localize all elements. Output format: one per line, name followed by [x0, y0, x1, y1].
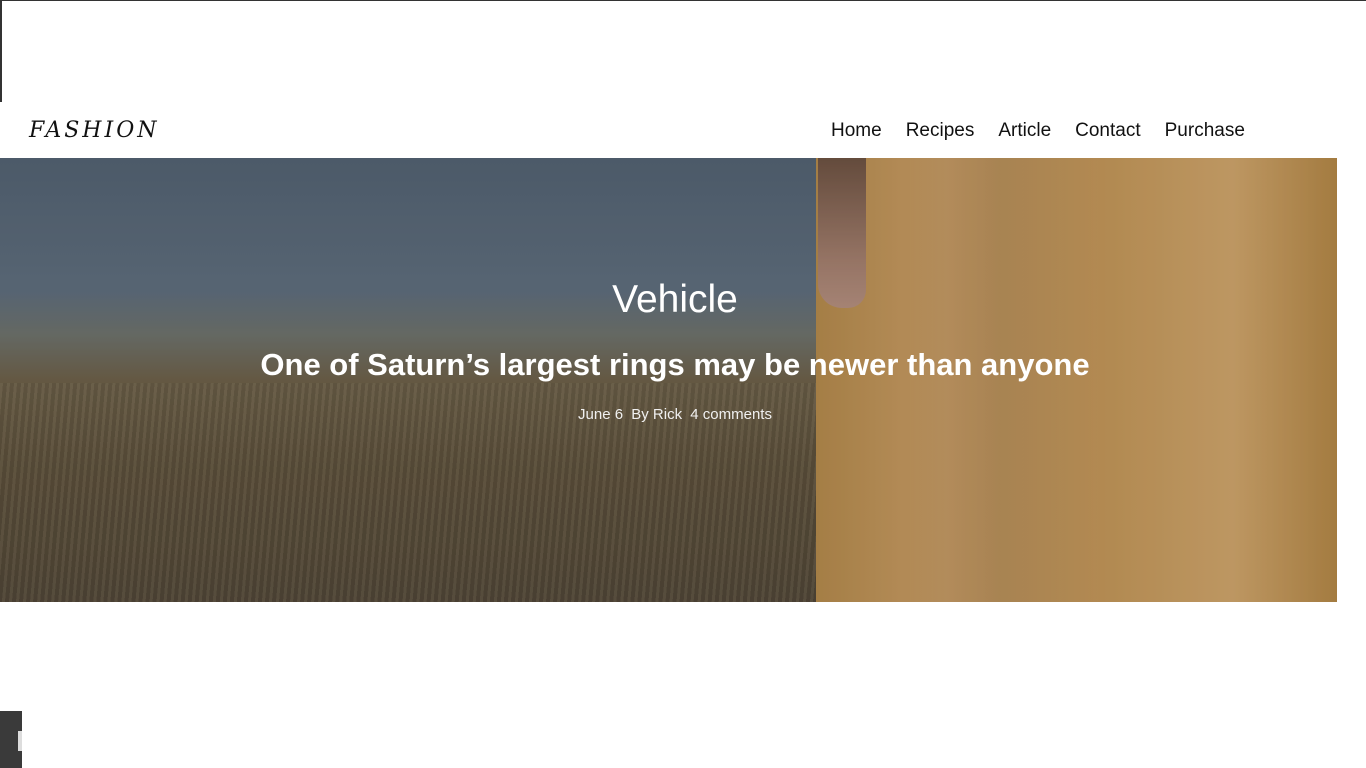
hero-banner: Vehicle One of Saturn’s largest rings ma… [0, 158, 1337, 602]
post-headline[interactable]: One of Saturn’s largest rings may be new… [0, 347, 1337, 383]
post-category[interactable]: Vehicle [0, 278, 1337, 322]
top-border [0, 0, 1366, 1]
nav-recipes[interactable]: Recipes [906, 120, 975, 142]
left-edge-bar [0, 0, 2, 102]
main-nav: Home Recipes Article Contact Purchase [831, 120, 1269, 142]
bottom-left-thumbnail[interactable] [0, 711, 22, 768]
nav-article[interactable]: Article [998, 120, 1051, 142]
hero-content: Vehicle One of Saturn’s largest rings ma… [0, 158, 1337, 602]
post-date: June 6 [578, 406, 624, 423]
nav-home[interactable]: Home [831, 120, 882, 142]
post-author[interactable]: By Rick [631, 406, 682, 423]
site-logo[interactable]: FASHION [29, 118, 159, 143]
site-header: FASHION Home Recipes Article Contact Pur… [0, 102, 1366, 158]
nav-purchase[interactable]: Purchase [1165, 120, 1245, 142]
post-comments[interactable]: 4 comments [690, 406, 772, 423]
nav-contact[interactable]: Contact [1075, 120, 1140, 142]
post-meta: June 6 By Rick 4 comments [0, 406, 1337, 423]
